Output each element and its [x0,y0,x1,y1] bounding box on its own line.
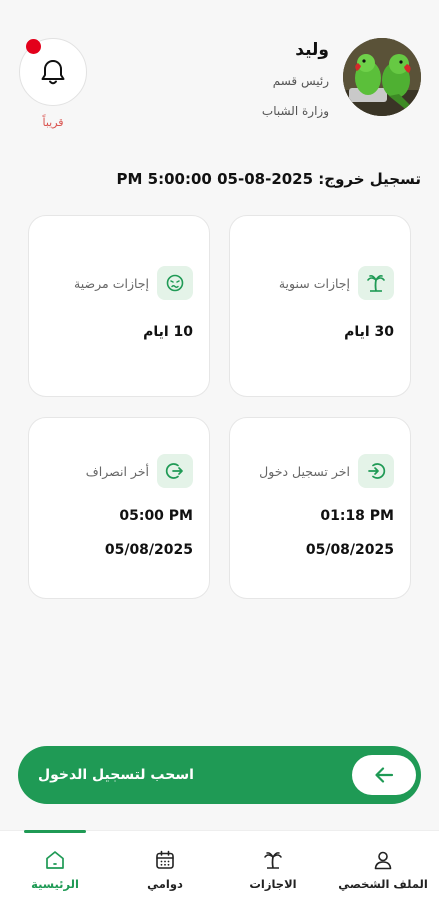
sick-face-icon [157,266,193,300]
swipe-handle[interactable] [352,755,416,795]
notification-badge [26,39,41,54]
login-icon [358,454,394,488]
annual-leaves-card[interactable]: إجازات سنوية 30 ايام [229,215,411,397]
card-header: إجازات سنوية [279,266,394,300]
tab-attendance[interactable]: دوامي [120,831,210,900]
tab-profile[interactable]: الملف الشخصي [338,831,428,900]
tab-profile-label: الملف الشخصي [338,877,428,891]
profile-text: وليد رئيس قسم وزارة الشباب [262,38,329,118]
swipe-checkin-label: اسحب لتسجيل الدخول [38,767,194,783]
avatar-image [343,38,421,116]
bottom-tab-bar: الرئيسية دوامي الاجازات الملف الشخصي [0,830,439,900]
avatar[interactable] [343,38,421,116]
notifications: قريباً [18,38,88,129]
last-checkin-date: 05/08/2025 [305,542,394,558]
user-department: وزارة الشباب [261,104,329,118]
calendar-icon [156,850,174,869]
profile-header: وليد رئيس قسم وزارة الشباب [262,38,421,118]
tab-home-label: الرئيسية [31,877,79,891]
card-header: اخر تسجيل دخول [259,454,394,488]
annual-leaves-value: 30 ايام [344,324,394,340]
card-label: أخر انصراف [85,463,149,479]
tab-home[interactable]: الرئيسية [10,831,100,900]
checkout-status: تسجيل خروج: 2025-08-05 5:00:00 PM [116,170,421,188]
notifications-button[interactable] [19,38,87,106]
user-role: رئيس قسم [272,74,329,88]
last-checkout-date: 05/08/2025 [104,542,193,558]
last-checkout-card[interactable]: أخر انصراف 05:00 PM 05/08/2025 [28,417,210,599]
tab-leaves[interactable]: الاجازات [228,831,318,900]
home-icon [46,851,64,869]
palm-tree-icon [264,852,282,869]
card-label: اخر تسجيل دخول [259,463,350,479]
tab-attendance-label: دوامي [147,877,183,891]
sick-leaves-card[interactable]: إجازات مرضية 10 ايام [28,215,210,397]
card-label: إجازات سنوية [278,275,350,291]
card-header: أخر انصراف [86,454,193,488]
user-icon [374,851,392,870]
swipe-checkin-slider[interactable]: اسحب لتسجيل الدخول [18,746,421,804]
card-header: إجازات مرضية [74,266,193,300]
arrow-left-icon [375,767,394,783]
last-checkin-card[interactable]: اخر تسجيل دخول 01:18 PM 05/08/2025 [229,417,411,599]
notifications-caption: قريباً [42,116,64,129]
last-checkin-time: 01:18 PM [320,508,394,524]
card-label: إجازات مرضية [74,275,149,291]
logout-icon [157,454,193,488]
palm-tree-icon [358,266,394,300]
last-checkout-time: 05:00 PM [119,508,193,524]
sick-leaves-value: 10 ايام [143,324,193,340]
user-name: وليد [295,40,329,60]
bell-icon [41,60,65,85]
tab-leaves-label: الاجازات [249,877,297,891]
